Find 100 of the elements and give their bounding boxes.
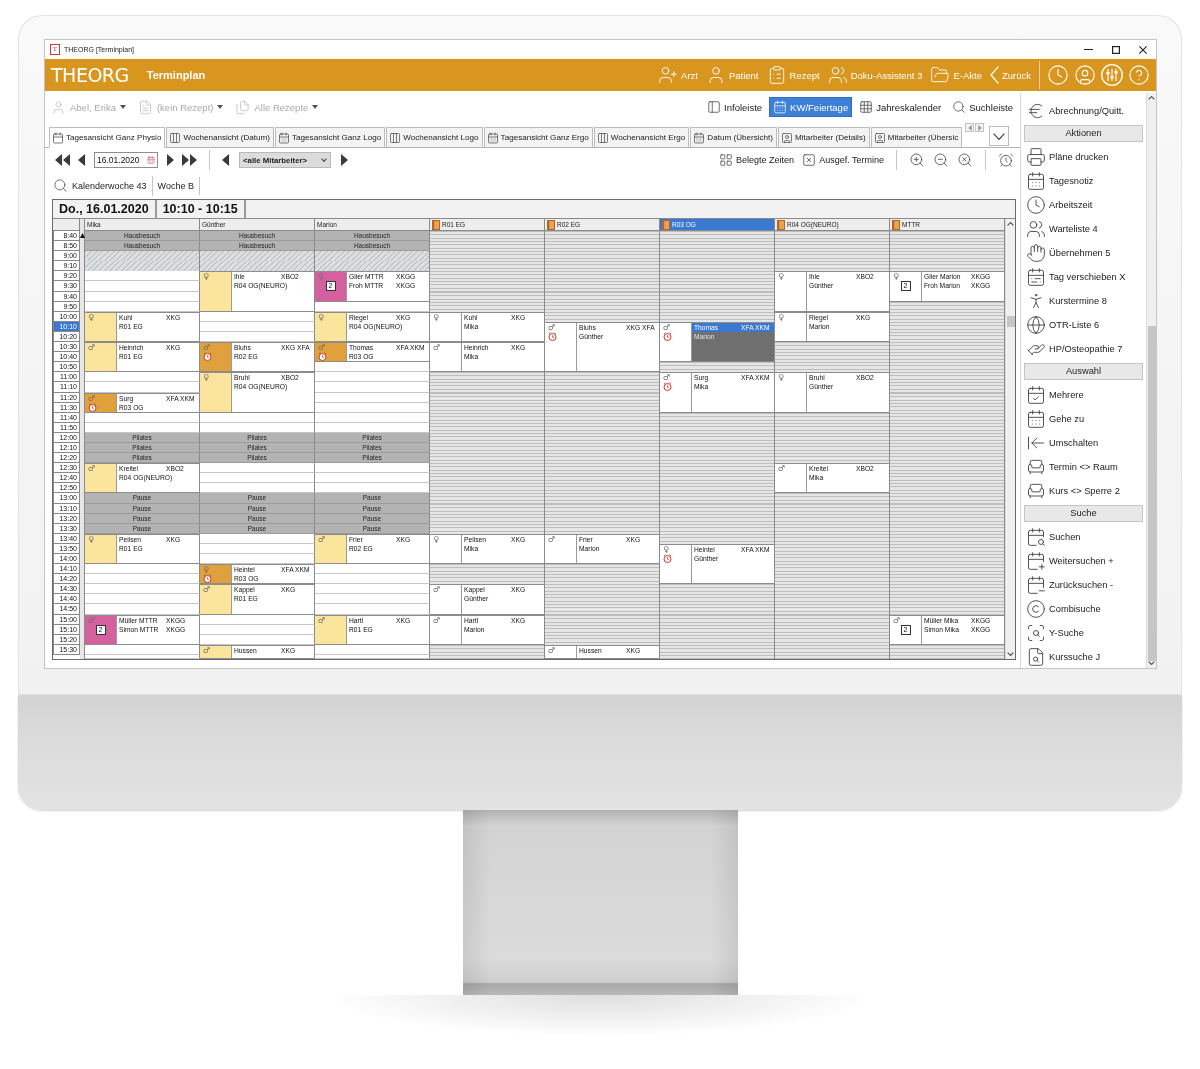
unavailable-slot[interactable] [890,422,1005,433]
unavailable-slot[interactable] [545,634,660,645]
unavailable-slot[interactable] [545,584,660,595]
free-slot[interactable] [85,301,200,312]
free-slot[interactable] [200,543,315,554]
unavailable-slot[interactable] [430,251,545,262]
unavailable-slot[interactable] [775,241,890,252]
unavailable-slot[interactable] [660,251,775,262]
unavailable-slot[interactable] [545,261,660,272]
sidebar-item[interactable]: Zurücksuchen - [1024,573,1143,597]
scrollbar-thumb[interactable] [1006,316,1015,327]
unavailable-slot[interactable] [545,442,660,454]
unavailable-slot[interactable] [545,311,660,322]
unavailable-slot[interactable] [430,473,545,484]
unavailable-slot[interactable] [660,301,775,312]
unavailable-slot[interactable] [890,432,1005,443]
unavailable-slot[interactable] [775,654,890,659]
unavailable-slot[interactable] [545,564,660,575]
clock-button[interactable] [1046,63,1070,87]
unavailable-slot[interactable] [430,231,545,242]
back-button[interactable] [220,151,231,169]
unavailable-slot[interactable] [890,584,1005,595]
unavailable-slot[interactable] [775,352,890,363]
free-slot[interactable] [200,311,315,322]
alarm-button[interactable] [996,152,1016,168]
unavailable-slot[interactable] [890,473,1005,484]
free-slot[interactable] [200,634,315,645]
unavailable-slot[interactable] [775,594,890,605]
unavailable-slot[interactable] [545,594,660,605]
unavailable-slot[interactable] [660,271,775,282]
free-slot[interactable] [85,584,200,595]
free-slot[interactable] [315,473,430,484]
unavailable-slot[interactable] [775,614,890,625]
view-tab[interactable]: Tagesansicht Ganz Physio [49,127,166,148]
unavailable-slot[interactable] [545,251,660,262]
sidebar-item[interactable]: Kurstermine 8 [1024,289,1143,313]
free-slot[interactable] [85,412,200,423]
unavailable-slot[interactable] [430,503,545,514]
free-slot[interactable] [315,402,430,413]
unavailable-slot[interactable] [545,493,660,504]
unavailable-slot[interactable] [890,513,1005,524]
unavailable-slot[interactable] [660,624,775,635]
unavailable-slot[interactable] [890,533,1005,544]
unavailable-slot[interactable] [890,392,1005,403]
unavailable-slot[interactable] [660,231,775,242]
unavailable-slot[interactable] [775,574,890,585]
view-tab[interactable]: Tagesansicht Ganz Logo [275,127,386,147]
free-slot[interactable] [85,644,200,655]
unavailable-slot[interactable] [890,231,1005,242]
unavailable-slot[interactable] [775,422,890,433]
unavailable-slot[interactable] [890,251,1005,262]
toolbar-toggle[interactable]: Infoleiste [703,97,767,117]
free-slot[interactable] [200,412,315,423]
unavailable-slot[interactable] [890,241,1005,252]
free-slot[interactable] [200,422,315,433]
view-tab[interactable]: Tagesansicht Ganz Ergo [483,127,593,147]
unavailable-slot[interactable] [660,473,775,484]
unavailable-slot[interactable] [890,311,1005,322]
unavailable-slot[interactable] [890,493,1005,504]
unavailable-slot[interactable] [545,614,660,625]
unavailable-slot[interactable] [775,533,890,544]
unavailable-slot[interactable] [775,362,890,373]
unavailable-slot[interactable] [890,362,1005,373]
sidebar-item[interactable]: Pläne drucken [1024,145,1143,169]
free-slot[interactable] [85,574,200,585]
free-slot[interactable] [200,483,315,494]
free-slot[interactable] [85,422,200,433]
unavailable-slot[interactable] [775,342,890,353]
toolbar-toggle[interactable]: Jahreskalender [855,97,946,117]
unavailable-slot[interactable] [430,382,545,393]
unavailable-slot[interactable] [775,432,890,443]
rewind-button[interactable] [53,151,72,169]
sidebar-item[interactable]: Kurssuche J [1024,645,1143,668]
free-slot[interactable] [200,614,315,625]
user-button[interactable] [1073,63,1097,87]
week-search-button[interactable]: Kalenderwoche 43 [53,175,153,196]
unavailable-slot[interactable] [545,574,660,585]
unavailable-slot[interactable] [430,523,545,534]
free-slot[interactable] [315,382,430,393]
unavailable-slot[interactable] [775,554,890,565]
unavailable-slot[interactable] [890,554,1005,565]
unavailable-slot[interactable] [775,604,890,615]
unavailable-slot[interactable] [430,301,545,312]
unavailable-slot[interactable] [890,503,1005,514]
unavailable-slot[interactable] [660,362,775,373]
unavailable-slot[interactable] [430,412,545,423]
unavailable-slot[interactable] [545,281,660,292]
unavailable-slot[interactable] [660,594,775,605]
unavailable-slot[interactable] [890,654,1005,659]
unavailable-slot[interactable] [890,402,1005,413]
free-slot[interactable] [85,594,200,605]
unavailable-slot[interactable] [660,311,775,322]
unavailable-slot[interactable] [545,453,660,464]
unavailable-slot[interactable] [430,261,545,272]
tab-list-button[interactable] [989,126,1010,146]
unavailable-slot[interactable] [660,493,775,504]
unavailable-slot[interactable] [430,483,545,494]
unavailable-slot[interactable] [430,402,545,413]
free-slot[interactable] [200,533,315,544]
toolbar-toggle[interactable]: Suchleiste [948,97,1017,117]
